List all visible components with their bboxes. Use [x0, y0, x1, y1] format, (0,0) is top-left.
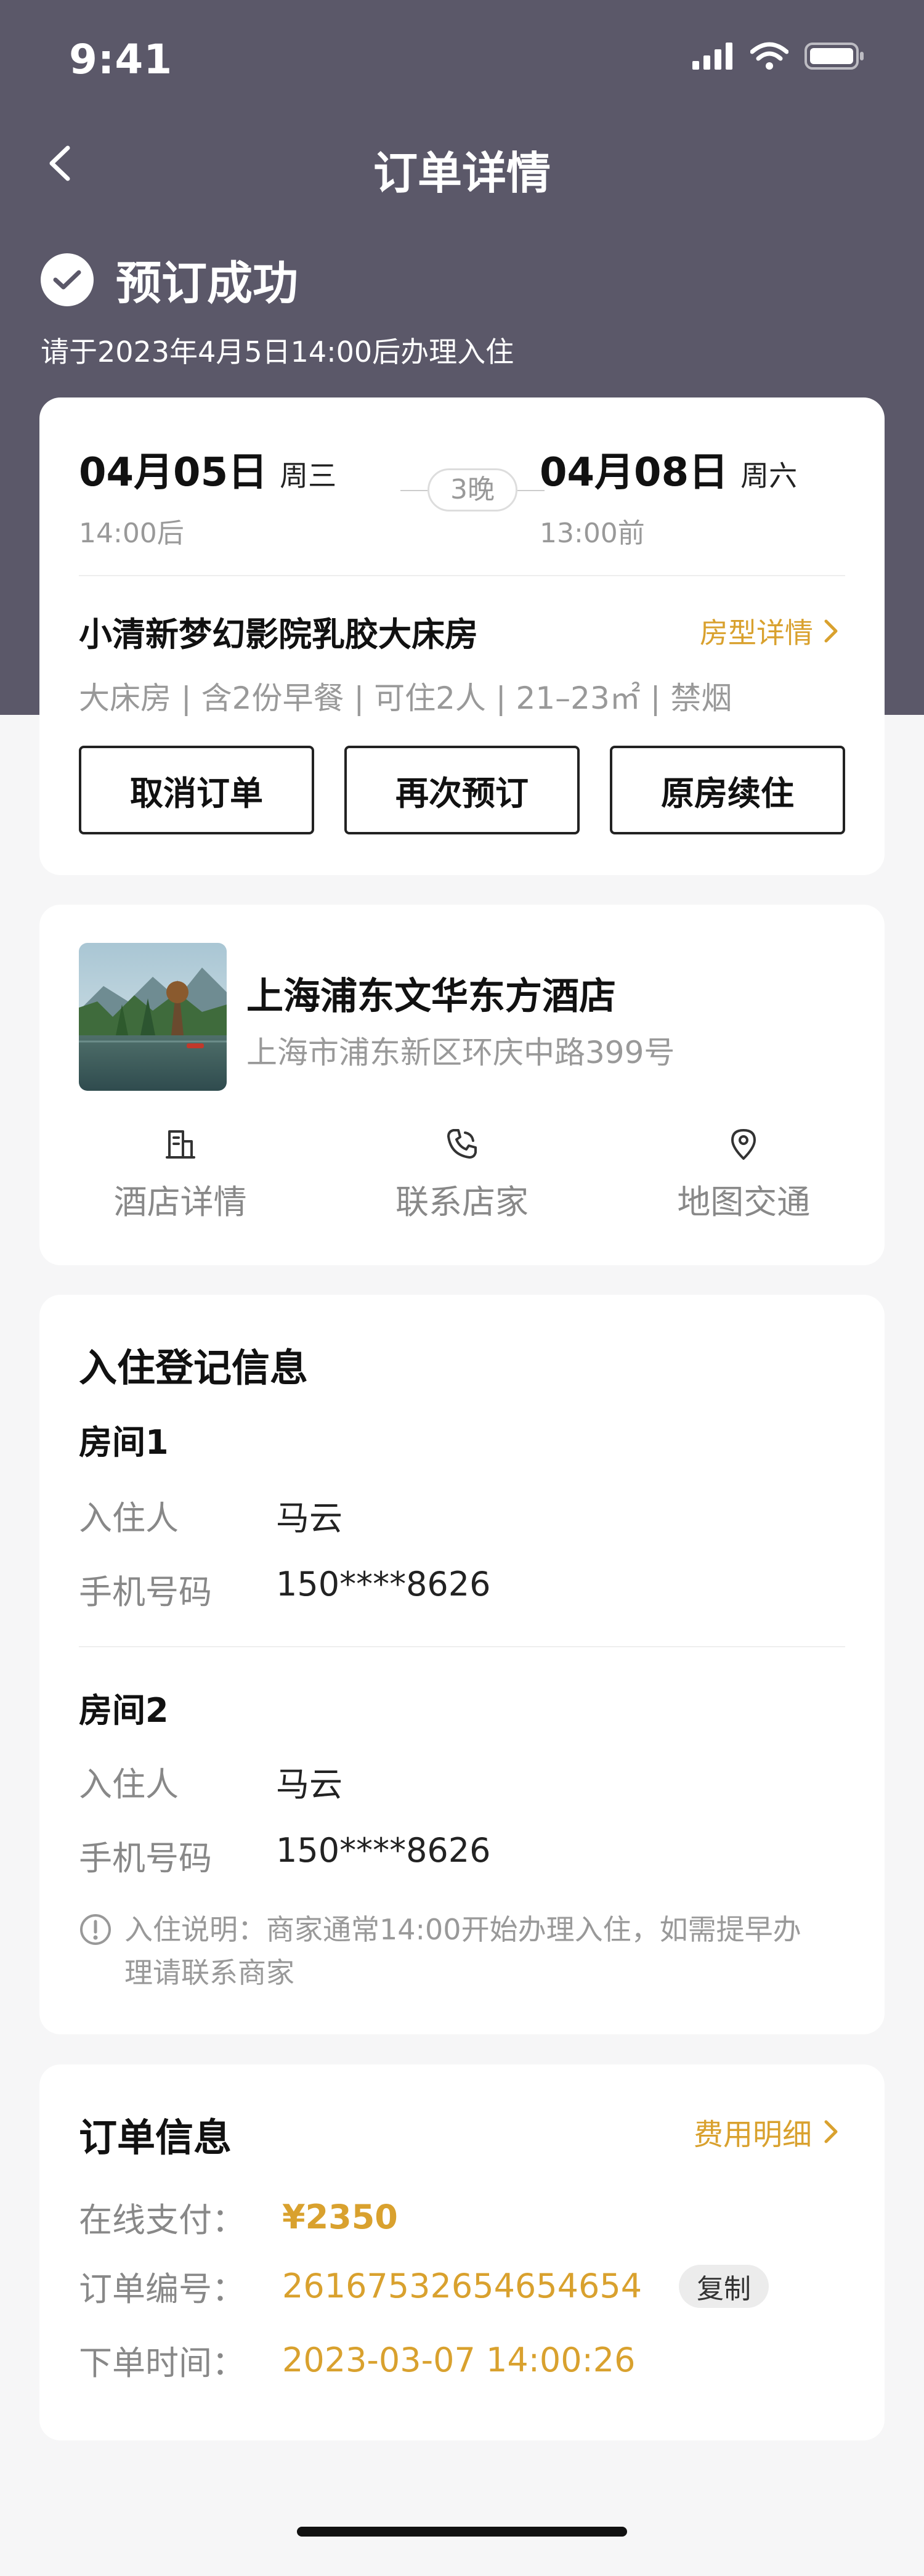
guest-row: 入住人 马云 [79, 1757, 342, 1806]
hotel-card: 上海浦东文华东方酒店 上海市浦东新区环庆中路399号 酒店详情 联系店家 地图交… [39, 905, 885, 1265]
order-number-row: 订单编号： 26167532654654654 复制 [79, 2262, 769, 2310]
phone-number: 150****8626 [276, 1831, 491, 1870]
signal-icon [692, 43, 732, 70]
nights-line-left [400, 490, 428, 491]
hotel-image[interactable] [79, 943, 227, 1091]
payment-amount: ¥2350 [282, 2198, 398, 2236]
checkin-time: 14:00后 [79, 518, 184, 549]
room-name: 小清新梦幻影院乳胶大床房 [79, 615, 478, 654]
wifi-icon [750, 42, 788, 70]
payment-label: 在线支付： [79, 2201, 245, 2240]
checkout-date: 04月08日 [540, 450, 729, 495]
hotel-name: 上海浦东文华东方酒店 [246, 975, 616, 1018]
contact-hotel-button[interactable]: 联系店家 [321, 1127, 602, 1223]
order-actions: 取消订单 再次预订 原房续住 [79, 746, 845, 834]
order-number: 26167532654654654 [282, 2267, 642, 2305]
phone-number: 150****8626 [276, 1565, 491, 1604]
checkin-date: 04月05日 [79, 450, 268, 495]
hotel-detail-label: 酒店详情 [113, 1183, 247, 1221]
checkin-note: 入住说明：商家通常14:00开始办理入住，如需提早办 理请联系商家 [79, 1908, 855, 1994]
nav-bar: 订单详情 [0, 123, 924, 202]
stay-card: 04月05日 周三 14:00后 3晚 04月08日 周六 13:00前 小清新梦幻… [39, 397, 885, 875]
room-detail-label: 房型详情 [700, 616, 813, 650]
hotel-detail-button[interactable]: 酒店详情 [39, 1127, 321, 1223]
checkin-date-block: 04月05日 周三 14:00后 [79, 441, 336, 550]
chevron-right-icon [824, 619, 838, 643]
note-line-2: 理请联系商家 [124, 1956, 294, 1989]
phone-row: 手机号码 150****8626 [79, 1831, 491, 1880]
hotel-actions: 酒店详情 联系店家 地图交通 [39, 1127, 885, 1223]
home-indicator [297, 2527, 627, 2537]
checkout-time: 13:00前 [540, 518, 645, 549]
room-title: 房间1 [79, 1423, 169, 1462]
map-label: 地图交通 [677, 1183, 811, 1221]
phone-icon [447, 1129, 477, 1159]
order-time-label: 下单时间： [79, 2344, 245, 2382]
phone-label: 手机号码 [79, 1573, 212, 1612]
room-meta: 大床房 | 含2份早餐 | 可住2人 | 21–23㎡ | 禁烟 [79, 680, 732, 716]
fee-detail-label: 费用明细 [693, 2117, 812, 2152]
cancel-order-button[interactable]: 取消订单 [79, 746, 314, 834]
phone-row: 手机号码 150****8626 [79, 1565, 491, 1613]
registration-card: 入住登记信息 房间1 入住人 马云 手机号码 150****8626 房间2 入… [39, 1295, 885, 2034]
status-bar: 9:41 [0, 0, 924, 123]
guest-name: 马云 [276, 1499, 342, 1538]
map-button[interactable]: 地图交通 [603, 1127, 885, 1223]
divider [79, 575, 845, 576]
page-title: 订单详情 [373, 147, 551, 199]
status-time: 9:41 [69, 36, 173, 83]
status-title: 预订成功 [116, 257, 298, 310]
registration-title: 入住登记信息 [79, 1345, 309, 1390]
chevron-right-icon [824, 2120, 838, 2143]
building-doc-icon [165, 1130, 195, 1159]
note-line-1: 入住说明：商家通常14:00开始办理入住，如需提早办 [124, 1913, 801, 1946]
nights-badge: 3晚 [428, 468, 517, 512]
nights-indicator: 3晚 [384, 468, 545, 512]
extend-stay-button[interactable]: 原房续住 [610, 746, 845, 834]
guest-label: 入住人 [79, 1765, 179, 1804]
checkout-date-block: 04月08日 周六 13:00前 [540, 441, 797, 550]
room-title: 房间2 [79, 1691, 169, 1730]
status-icons [692, 42, 865, 70]
map-pin-icon [731, 1129, 756, 1160]
divider [79, 1646, 845, 1647]
order-card: 订单信息 费用明细 在线支付： ¥2350 订单编号： 261675326546… [39, 2064, 885, 2440]
order-time-row: 下单时间： 2023-03-07 14:00:26 [79, 2336, 636, 2384]
fee-detail-link[interactable]: 费用明细 [694, 2110, 839, 2153]
checkin-hint: 请于2023年4月5日14:00后办理入住 [41, 335, 514, 369]
contact-hotel-label: 联系店家 [395, 1183, 529, 1221]
guest-label: 入住人 [79, 1499, 179, 1538]
guest-row: 入住人 马云 [79, 1491, 342, 1539]
hotel-address: 上海市浦东新区环庆中路399号 [246, 1035, 675, 1070]
checkout-weekday: 周六 [740, 459, 798, 492]
order-number-label: 订单编号： [79, 2270, 245, 2309]
copy-button[interactable]: 复制 [679, 2264, 769, 2308]
booking-status: 预订成功 [41, 247, 298, 312]
phone-label: 手机号码 [79, 1839, 212, 1878]
info-icon [80, 1914, 111, 1945]
payment-row: 在线支付： ¥2350 [79, 2193, 398, 2241]
check-circle-icon [41, 253, 94, 306]
order-time: 2023-03-07 14:00:26 [282, 2341, 636, 2379]
rebook-button[interactable]: 再次预订 [344, 746, 580, 834]
order-title: 订单信息 [79, 2115, 232, 2160]
battery-icon [804, 43, 864, 70]
checkin-weekday: 周三 [280, 459, 337, 492]
guest-name: 马云 [276, 1765, 342, 1804]
room-detail-link[interactable]: 房型详情 [700, 611, 839, 651]
